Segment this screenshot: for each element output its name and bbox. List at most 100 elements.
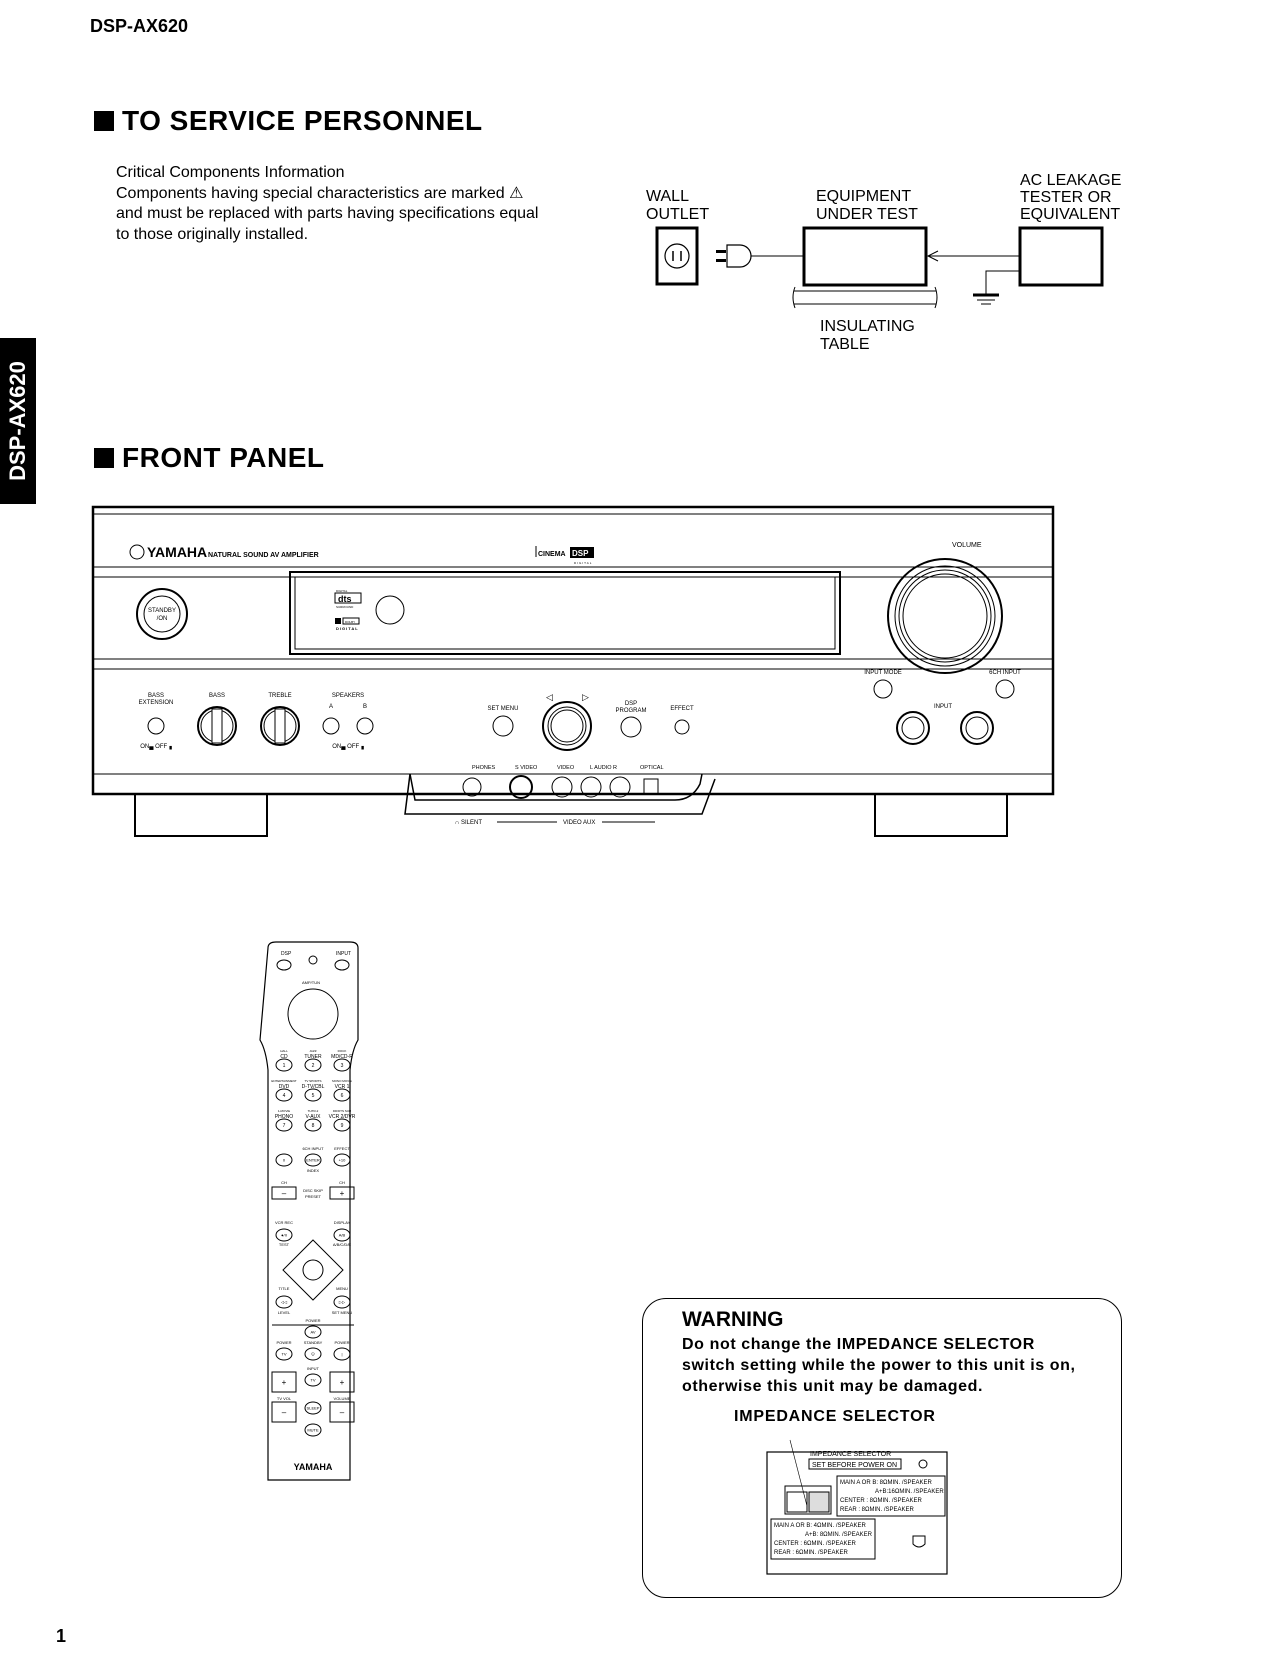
- speaker-a-button[interactable]: [322, 717, 340, 735]
- upper-row: CENTER : 8ΩMIN. /SPEAKER: [840, 1498, 923, 1504]
- remote-power-on-button-label: |: [341, 1352, 342, 1357]
- remote-key-sublabel: TV SPORTS: [305, 1079, 322, 1083]
- bass-extension-label: BASS: [148, 693, 164, 699]
- model-header: DSP-AX620: [90, 16, 189, 36]
- remote-dsp-label: DSP: [281, 951, 292, 957]
- set-menu-button[interactable]: [492, 715, 514, 737]
- remote-input-label: INPUT: [336, 951, 351, 957]
- remote-key-number: 7: [283, 1123, 286, 1129]
- amp-tun-label[interactable]: AMP/TUN: [302, 980, 320, 985]
- remote-label: POWER: [276, 1340, 291, 1345]
- six-ch-input-label: 6CH INPUT: [989, 670, 1021, 676]
- video-label: VIDEO: [557, 765, 575, 771]
- input-mode-button[interactable]: [873, 679, 893, 699]
- remote-label: VCR REC: [275, 1220, 293, 1225]
- upper-row: MAIN A OR B: 8ΩMIN. /SPEAKER: [840, 1480, 933, 1486]
- section-title-service: TO SERVICE PERSONNEL: [94, 105, 483, 137]
- remote-menu-button-label: ▷▷: [339, 1300, 346, 1305]
- bass-extension-label-2: EXTENSION: [139, 700, 174, 706]
- volume-knob[interactable]: [887, 558, 1003, 674]
- dsp-label: DSP: [625, 701, 637, 707]
- impedance-selector-title: IMPEDANCE SELECTOR: [734, 1408, 936, 1425]
- dsp-program-button[interactable]: [620, 716, 642, 738]
- remote-label: INDEX: [307, 1168, 320, 1173]
- speaker-b-button[interactable]: [356, 717, 374, 735]
- remote-label: A/B/C/D/E: [333, 1242, 352, 1247]
- remote-sleep-button-label: SLEEP: [307, 1406, 320, 1411]
- dts-logo: DIGITAL dts SURROUND: [334, 589, 362, 609]
- critical-components-text: Critical Components Information Componen…: [116, 163, 582, 245]
- speakers-on-off-label: ON▄ OFF▗: [332, 744, 364, 750]
- paragraph-line: and must be replaced with parts having s…: [116, 205, 539, 222]
- impedance-selector-panel: IMPEDANCE SELECTOR SET BEFORE POWER ON M…: [766, 1439, 948, 1575]
- impedance-switch[interactable]: [784, 1485, 832, 1515]
- paragraph-line: to those originally installed.: [116, 225, 309, 243]
- upper-row: A+B:16ΩMIN. /SPEAKER: [875, 1489, 944, 1495]
- remote-key-sublabel: THTR-2: [308, 1109, 319, 1113]
- paragraph-title: Critical Components Information: [116, 164, 345, 181]
- cinema-dsp-logo: CINEMA DSP DIGITAL: [535, 546, 594, 565]
- label-tester-or: TESTER OR: [1020, 189, 1112, 206]
- lower-row: A+B: 8ΩMIN. /SPEAKER: [805, 1532, 873, 1538]
- input-left-button[interactable]: [896, 711, 930, 745]
- remote-label: POWER: [305, 1318, 320, 1323]
- remote-label: POWER: [334, 1340, 349, 1345]
- remote-label: TEST: [279, 1242, 290, 1247]
- remote-ab-button-label: A/B: [339, 1233, 346, 1238]
- remote-key-number: 8: [312, 1123, 315, 1129]
- remote-volume-down-button-label: –: [340, 1408, 345, 1417]
- lower-row: REAR : 6ΩMIN. /SPEAKER: [774, 1550, 849, 1556]
- upper-row: REAR : 8ΩMIN. /SPEAKER: [840, 1507, 915, 1513]
- remote-plus10-button-label: +10: [339, 1158, 347, 1163]
- warning-text: Do not change the IMPEDANCE SELECTOR swi…: [682, 1336, 1076, 1395]
- set-menu-label: SET MENU: [488, 706, 519, 712]
- video-aux-label: VIDEO AUX: [563, 820, 595, 826]
- bass-knob[interactable]: [197, 706, 237, 746]
- remote-volume-up-button-label: +: [340, 1378, 345, 1387]
- remote-label: INPUT: [307, 1366, 320, 1371]
- effect-button[interactable]: [674, 719, 690, 735]
- label-wall: WALL: [646, 188, 689, 205]
- standby-button[interactable]: STANDBY /ON: [136, 588, 188, 640]
- dolby-main: DOLBY: [345, 620, 355, 624]
- lower-row: MAIN A OR B: 4ΩMIN. /SPEAKER: [774, 1523, 867, 1529]
- optical-label: OPTICAL: [640, 765, 664, 771]
- optical-jack[interactable]: [643, 778, 659, 795]
- remote-key-sublabel: HALL: [280, 1049, 288, 1053]
- remote-label: MENU: [336, 1286, 348, 1291]
- standby-on-label: /ON: [157, 616, 168, 622]
- remote-label: CH: [281, 1180, 287, 1185]
- remote-tv-vol-down-button-label: –: [282, 1408, 287, 1417]
- standby-label: STANDBY: [148, 608, 176, 614]
- set-before-label: SET BEFORE POWER ON: [812, 1462, 897, 1469]
- jog-dial[interactable]: [542, 701, 592, 751]
- remote-label: CH: [339, 1180, 345, 1185]
- six-ch-input-button[interactable]: [995, 679, 1015, 699]
- bass-extension-button[interactable]: [147, 717, 165, 735]
- remote-key-number: 1: [283, 1063, 286, 1069]
- remote-label: TITLE: [279, 1286, 290, 1291]
- left-arrow-icon: ◁: [546, 692, 553, 702]
- cinema-text: CINEMA: [538, 551, 566, 558]
- input-mode-label: INPUT MODE: [864, 670, 902, 676]
- program-label: PROGRAM: [615, 708, 646, 714]
- left-foot: [134, 793, 268, 837]
- dts-main: dts: [338, 594, 352, 604]
- remote-av-power-button-label: AV: [310, 1330, 315, 1335]
- input-right-button[interactable]: [960, 711, 994, 745]
- remote-mute-button-label: MUTE: [307, 1428, 319, 1433]
- section-title-front-panel: FRONT PANEL: [94, 442, 325, 474]
- front-panel-diagram: YAMAHA NATURAL SOUND AV AMPLIFIER CINEMA…: [91, 505, 1055, 837]
- remote-ch-minus-button-label: –: [282, 1189, 287, 1198]
- wall-outlet-icon: [655, 226, 699, 286]
- remote-title-button-label: ◁◁: [281, 1300, 288, 1305]
- remote-label: DISPLAY: [334, 1220, 351, 1225]
- lower-row: CENTER : 6ΩMIN. /SPEAKER: [774, 1541, 857, 1547]
- treble-knob[interactable]: [260, 706, 300, 746]
- remote-tv-power-button-label: TV: [281, 1352, 286, 1357]
- remote-sensor: [375, 595, 405, 625]
- silent-label: ∩ SILENT: [455, 820, 482, 826]
- display-window: [289, 571, 841, 655]
- remote-label: PRESET: [305, 1194, 322, 1199]
- remote-label: EFFECT: [334, 1146, 350, 1151]
